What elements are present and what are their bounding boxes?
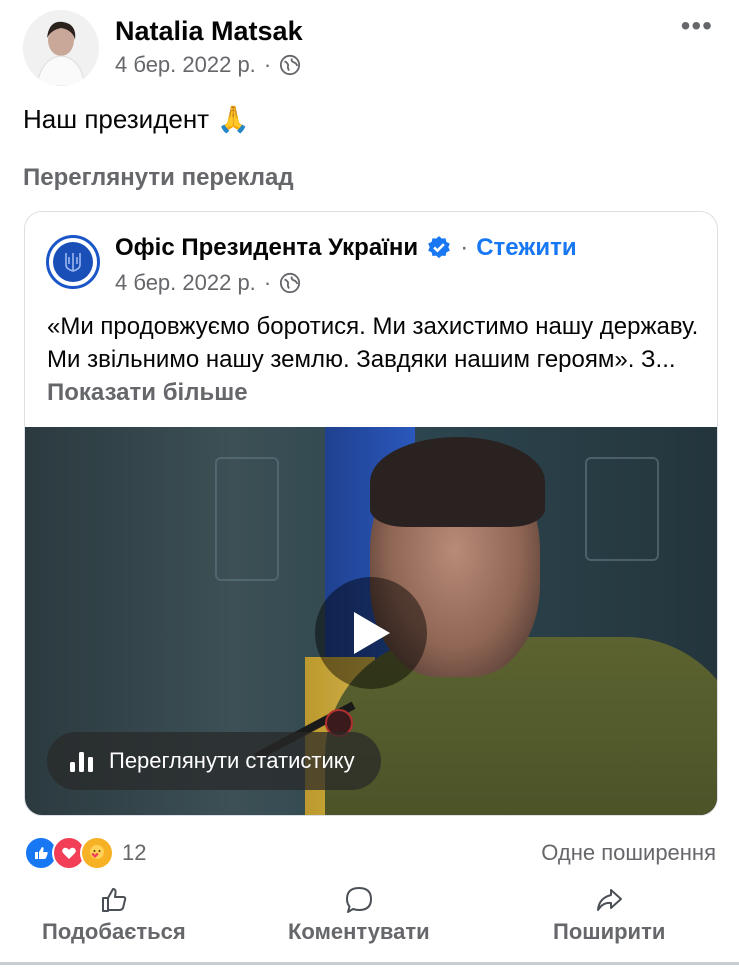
globe-icon: [280, 54, 301, 76]
reactions-summary[interactable]: 12: [24, 836, 146, 870]
author-avatar[interactable]: [23, 10, 99, 86]
shared-post-text-content: «Ми продовжуємо боротися. Ми захистимо н…: [47, 313, 699, 373]
play-icon: [354, 612, 390, 654]
comment-icon: [345, 887, 372, 913]
shared-post-text: «Ми продовжуємо боротися. Ми захистимо н…: [47, 310, 707, 409]
share-arrow-icon: [597, 889, 623, 911]
more-options-icon[interactable]: •••: [681, 12, 713, 40]
post-meta: 4 бер. 2022 р. ·: [115, 52, 301, 78]
like-label: Подобається: [42, 919, 186, 944]
name-separator: ·: [460, 234, 469, 261]
play-button[interactable]: [315, 577, 427, 689]
reaction-count: 12: [122, 840, 147, 865]
comment-button[interactable]: Коментувати: [288, 885, 430, 945]
share-count[interactable]: Одне поширення: [541, 840, 716, 866]
speaker-hair: [370, 437, 545, 527]
shared-post-date[interactable]: 4 бер. 2022 р.: [115, 270, 256, 296]
view-insights-button[interactable]: Переглянути статистику: [47, 732, 381, 790]
meta-separator: ·: [263, 52, 272, 77]
share-label: Поширити: [553, 919, 666, 944]
post-date[interactable]: 4 бер. 2022 р.: [115, 52, 256, 78]
trident-icon: [53, 242, 93, 282]
show-more-link[interactable]: Показати більше: [47, 379, 248, 406]
verified-badge-icon: [428, 236, 451, 259]
praying-hands-emoji: 🙏: [217, 104, 250, 134]
shared-post-meta: 4 бер. 2022 р. ·: [115, 270, 301, 296]
comment-label: Коментувати: [288, 919, 430, 944]
background-emblem: [215, 457, 279, 581]
action-bar: Подобається Коментувати Поширити: [0, 885, 739, 965]
see-translation-link[interactable]: Переглянути переклад: [23, 164, 294, 192]
shared-meta-separator: ·: [263, 270, 272, 295]
post-divider: [0, 962, 739, 965]
thumbs-up-icon: [101, 888, 127, 912]
globe-icon: [280, 272, 301, 294]
page-avatar[interactable]: [46, 235, 100, 289]
share-button[interactable]: Поширити: [553, 885, 665, 945]
background-emblem: [585, 457, 659, 561]
page-name-row: Офіс Президента України · Стежити: [115, 234, 577, 262]
author-name[interactable]: Natalia Matsak: [115, 16, 303, 47]
view-insights-label: Переглянути статистику: [109, 748, 355, 773]
video-player[interactable]: Переглянути статистику: [25, 427, 717, 815]
care-reaction-icon: [80, 836, 114, 870]
facebook-post: Natalia Matsak 4 бер. 2022 р. · ••• Наш …: [0, 0, 739, 971]
page-name[interactable]: Офіс Президента України: [115, 234, 418, 262]
follow-button[interactable]: Стежити: [476, 234, 576, 262]
post-text: Наш президент 🙏: [23, 104, 249, 135]
bar-chart-icon: [70, 752, 93, 772]
like-button[interactable]: Подобається: [42, 885, 186, 945]
shared-post-card[interactable]: Офіс Президента України · Стежити 4 бер.…: [24, 211, 718, 816]
post-text-content: Наш президент: [23, 104, 210, 134]
